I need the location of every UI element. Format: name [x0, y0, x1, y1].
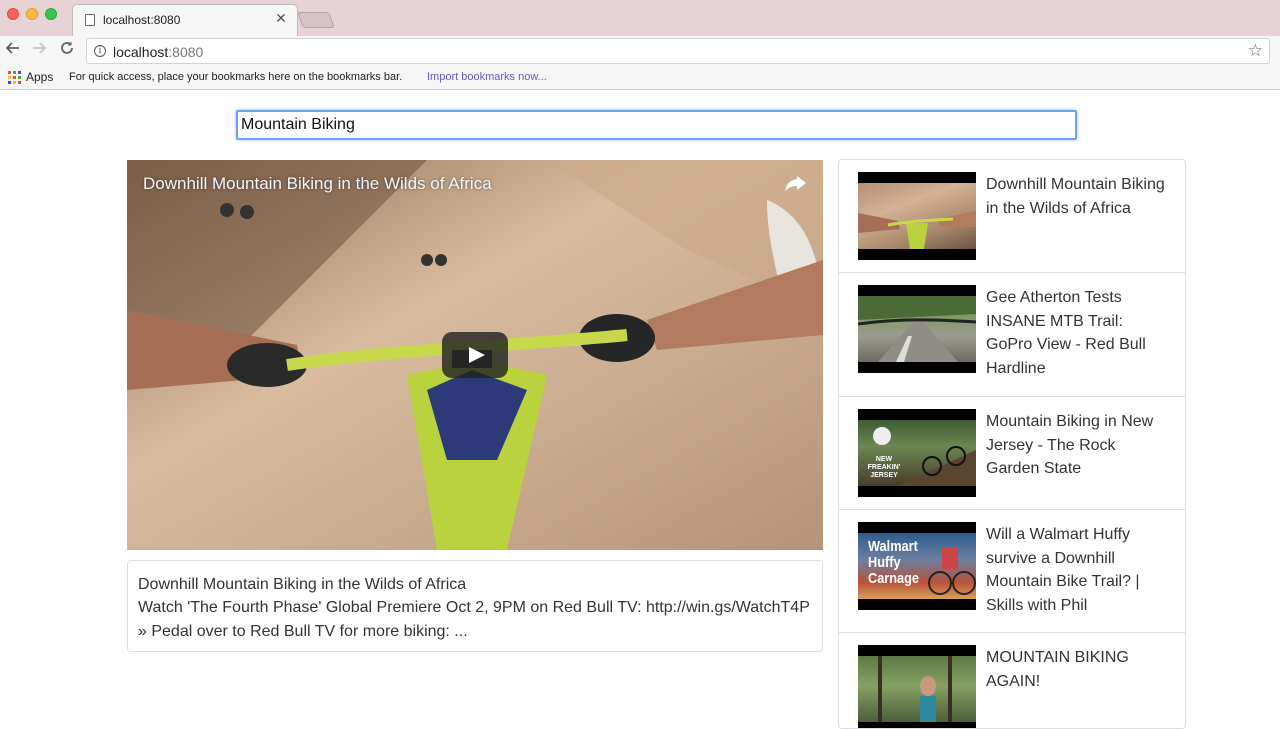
video-thumbnail[interactable]	[858, 172, 976, 260]
thumbnail-caption: NEW FREAKIN' JERSEY	[867, 456, 901, 479]
window-minimize-button[interactable]	[26, 8, 38, 20]
window-titlebar: localhost:8080 ✕	[0, 0, 1280, 36]
video-detail-title: Downhill Mountain Biking in the Wilds of…	[138, 576, 467, 593]
apps-shortcut[interactable]: Apps	[26, 70, 53, 84]
info-icon[interactable]: i	[94, 45, 106, 57]
share-icon[interactable]	[783, 172, 809, 196]
browser-tab[interactable]: localhost:8080 ✕	[72, 4, 298, 36]
play-icon[interactable]	[442, 332, 508, 378]
video-thumbnail[interactable]: Walmart Huffy Carnage	[858, 522, 976, 610]
tab-close-icon[interactable]: ✕	[273, 10, 289, 27]
window-close-button[interactable]	[7, 8, 19, 20]
video-title[interactable]: MOUNTAIN BIKING AGAIN!	[986, 646, 1171, 693]
search-input[interactable]	[236, 110, 1077, 140]
reload-icon[interactable]	[56, 40, 78, 62]
list-item[interactable]: Walmart Huffy Carnage Will a Walmart Huf…	[839, 510, 1185, 633]
page-icon	[85, 14, 95, 26]
import-bookmarks-link[interactable]: Import bookmarks now...	[427, 71, 547, 83]
forward-arrow-icon[interactable]	[28, 40, 50, 62]
video-description-panel: Downhill Mountain Biking in the Wilds of…	[127, 560, 823, 652]
new-tab-button[interactable]	[297, 12, 335, 28]
bookmarks-bar: Apps For quick access, place your bookma…	[0, 66, 1280, 90]
video-player[interactable]: Downhill Mountain Biking in the Wilds of…	[127, 160, 823, 550]
video-thumbnail[interactable]	[858, 285, 976, 373]
tab-title: localhost:8080	[103, 13, 181, 27]
player-title[interactable]: Downhill Mountain Biking in the Wilds of…	[143, 174, 492, 194]
video-detail-description: Watch 'The Fourth Phase' Global Premiere…	[138, 599, 810, 640]
thumbnail-caption: Walmart Huffy Carnage	[868, 538, 920, 587]
url-text: localhost:8080	[113, 44, 204, 60]
back-arrow-icon[interactable]	[2, 40, 24, 62]
star-icon[interactable]: ☆	[1248, 41, 1263, 61]
video-title[interactable]: Will a Walmart Huffy survive a Downhill …	[986, 523, 1171, 617]
address-bar[interactable]: i localhost:8080 ☆	[86, 38, 1270, 64]
list-item[interactable]: Gee Atherton Tests INSANE MTB Trail: GoP…	[839, 273, 1185, 397]
apps-grid-icon[interactable]	[8, 71, 21, 84]
browser-toolbar: i localhost:8080 ☆	[0, 36, 1280, 66]
video-title[interactable]: Gee Atherton Tests INSANE MTB Trail: GoP…	[986, 286, 1171, 380]
video-thumbnail[interactable]: NEW FREAKIN' JERSEY	[858, 409, 976, 497]
video-list: Downhill Mountain Biking in the Wilds of…	[838, 159, 1186, 729]
video-thumbnail[interactable]	[858, 645, 976, 728]
window-maximize-button[interactable]	[45, 8, 57, 20]
list-item[interactable]: NEW FREAKIN' JERSEY Mountain Biking in N…	[839, 397, 1185, 510]
list-item[interactable]: Downhill Mountain Biking in the Wilds of…	[839, 160, 1185, 273]
bookmarks-hint: For quick access, place your bookmarks h…	[69, 71, 403, 83]
video-title[interactable]: Downhill Mountain Biking in the Wilds of…	[986, 173, 1171, 220]
video-title[interactable]: Mountain Biking in New Jersey - The Rock…	[986, 410, 1171, 481]
